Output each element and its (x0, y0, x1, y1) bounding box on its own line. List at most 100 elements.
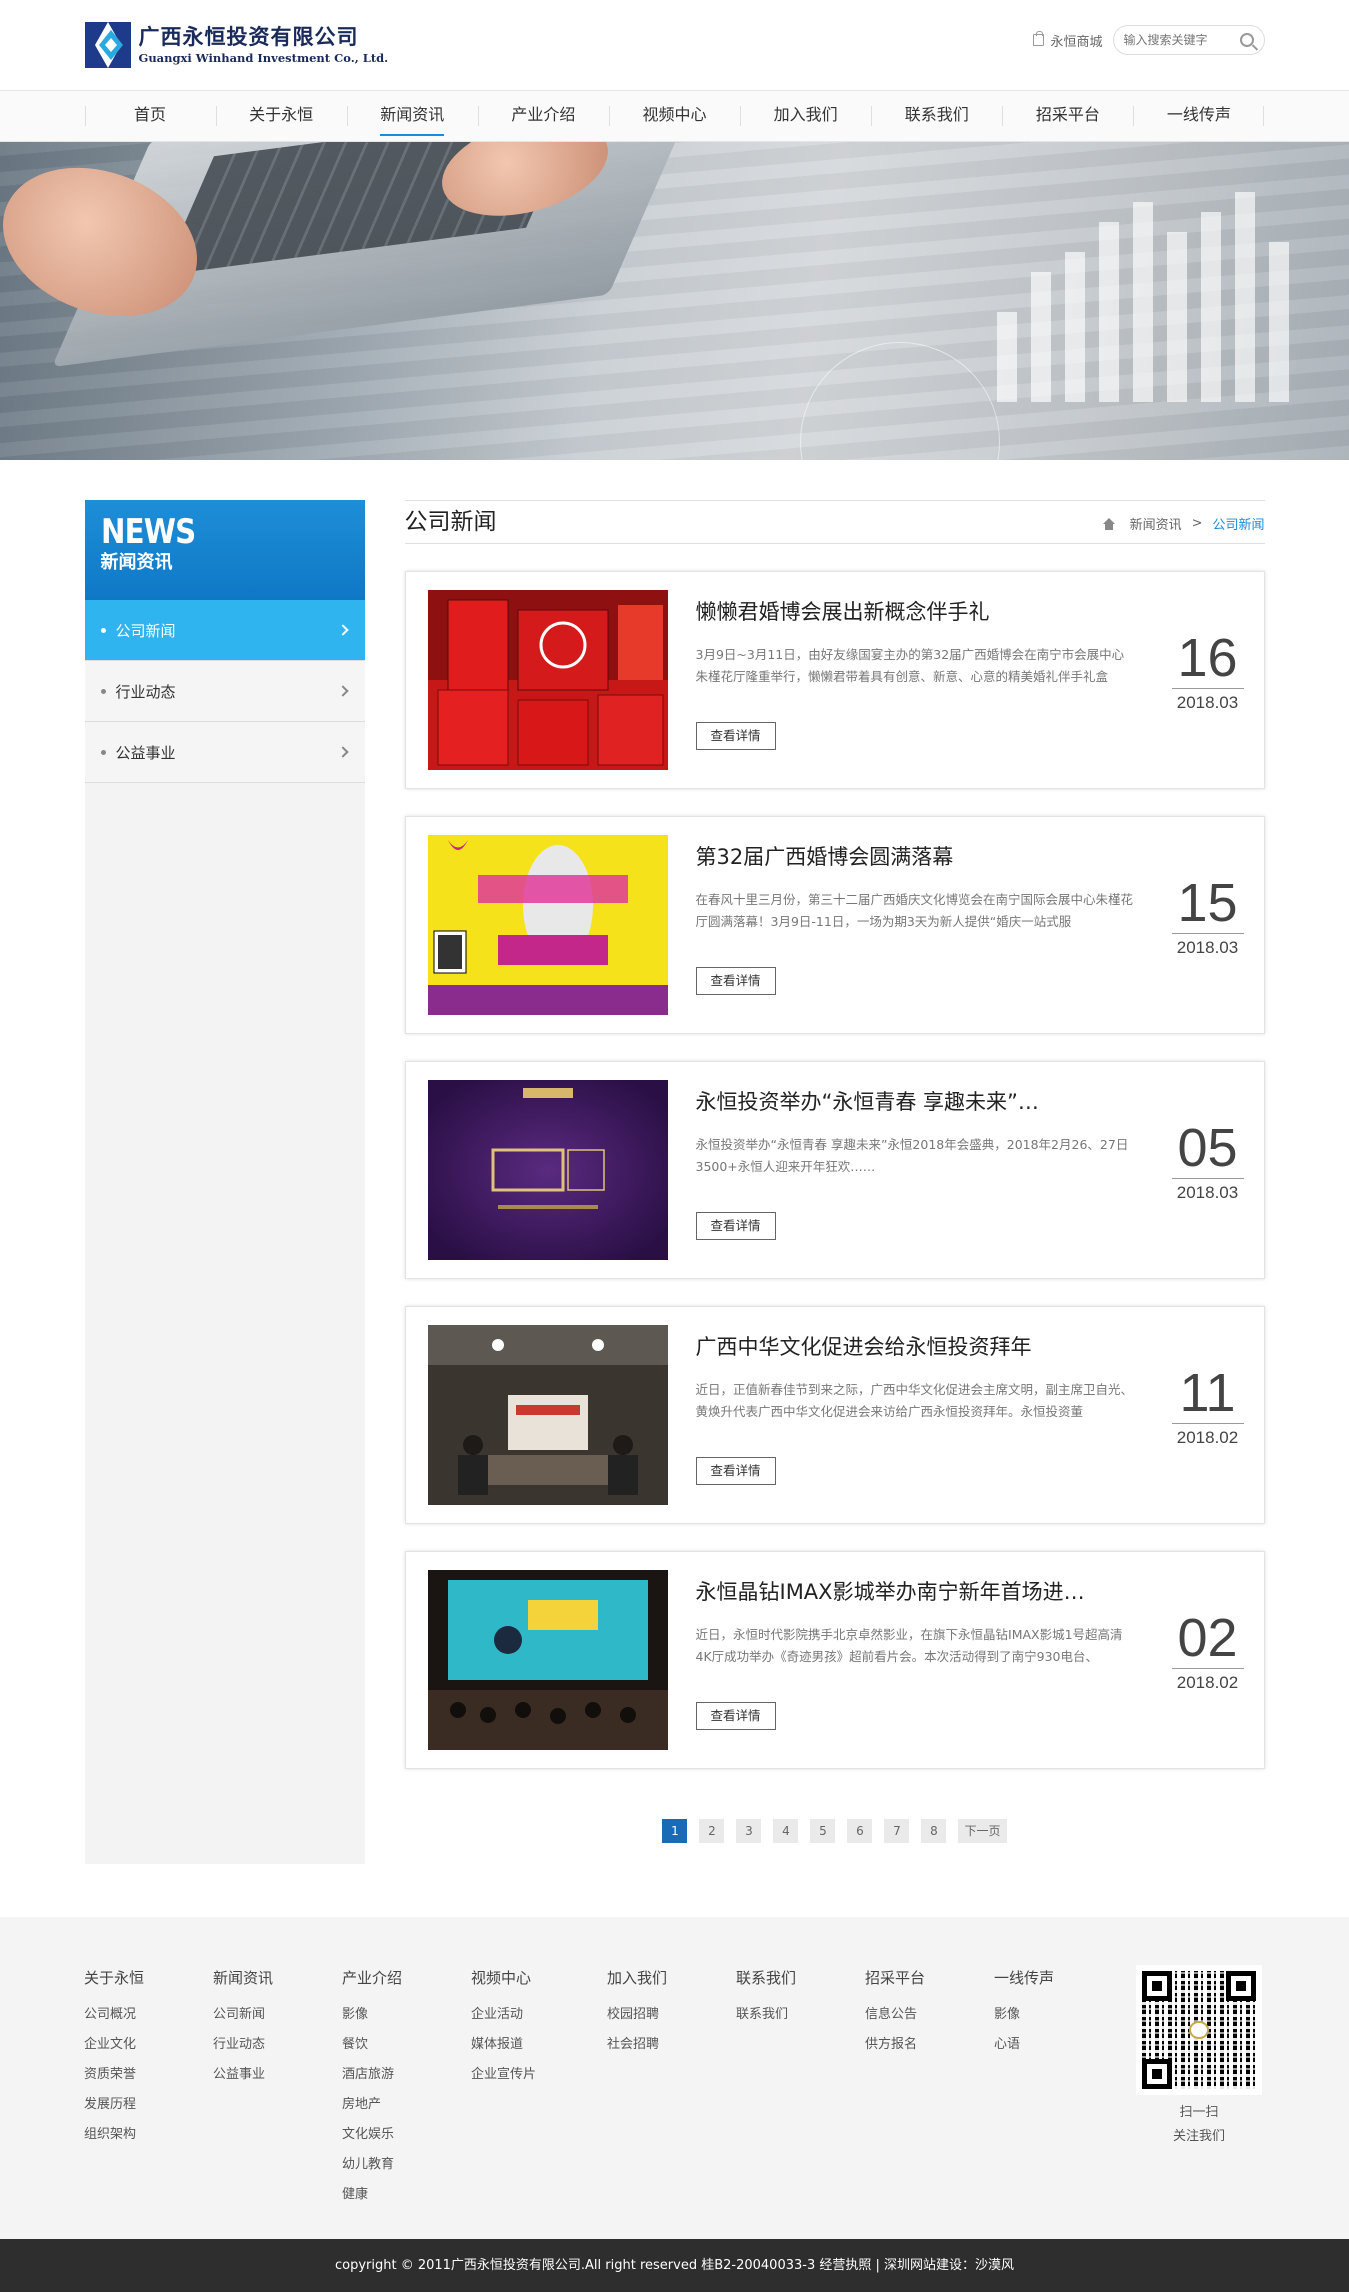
news-date: 11 2018.02 (1171, 1363, 1244, 1452)
footer-link[interactable]: 社会招聘 (607, 2030, 736, 2060)
news-summary: 近日，正值新春佳节到来之际，广西中华文化促进会主席文明，副主席卫自光、黄焕升代表… (695, 1382, 1134, 1419)
footer-col-title[interactable]: 视频中心 (471, 1967, 607, 1988)
sidebar-item-industry-news[interactable]: 行业动态 (84, 661, 365, 722)
footer-link[interactable]: 房地产 (342, 2090, 471, 2120)
news-item: 永恒投资举办“永恒青春 享趣未来”… 永恒投资举办“永恒青春 享趣未来”永恒20… (404, 1061, 1265, 1279)
news-summary: 永恒投资举办“永恒青春 享趣未来”永恒2018年会盛典，2018年2月26、27… (695, 1137, 1129, 1174)
site-header: 广西永恒投资有限公司 Guangxi Winhand Investment Co… (0, 0, 1349, 90)
footer-link[interactable]: 联系我们 (736, 2000, 865, 2030)
nav-item-join[interactable]: 加入我们 (740, 91, 871, 143)
news-year-month: 2018.02 (1176, 1673, 1239, 1692)
page-6[interactable]: 6 (847, 1819, 873, 1843)
footer-col-title[interactable]: 招采平台 (865, 1967, 994, 1988)
footer-link[interactable]: 幼儿教育 (342, 2150, 471, 2180)
news-thumbnail[interactable] (427, 1325, 668, 1505)
news-thumbnail[interactable] (427, 1080, 668, 1260)
bullet-icon (100, 627, 106, 633)
news-thumbnail[interactable] (427, 590, 668, 770)
footer-link[interactable]: 影像 (342, 2000, 471, 2030)
footer-link[interactable]: 行业动态 (213, 2030, 342, 2060)
hero-banner (0, 142, 1349, 460)
news-day: 02 (1171, 1608, 1244, 1669)
view-details-button[interactable]: 查看详情 (695, 722, 776, 750)
footer-link[interactable]: 公司新闻 (213, 2000, 342, 2030)
nav-item-video[interactable]: 视频中心 (608, 91, 740, 143)
news-thumbnail[interactable] (427, 1570, 668, 1750)
news-thumbnail[interactable] (427, 835, 668, 1015)
nav-item-procurement[interactable]: 招采平台 (1002, 91, 1133, 143)
page-8[interactable]: 8 (921, 1819, 947, 1843)
footer-link[interactable]: 心语 (994, 2030, 1094, 2060)
page-5[interactable]: 5 (810, 1819, 836, 1843)
view-details-button[interactable]: 查看详情 (695, 1212, 776, 1240)
footer-link[interactable]: 公司概况 (84, 2000, 213, 2030)
nav-item-industry[interactable]: 产业介绍 (477, 91, 609, 143)
footer-link[interactable]: 文化娱乐 (342, 2120, 471, 2150)
footer-col-title[interactable]: 联系我们 (736, 1967, 865, 1988)
nav-item-voice[interactable]: 一线传声 (1133, 91, 1265, 143)
search-input[interactable] (1123, 33, 1234, 47)
sidebar-title-en: NEWS (100, 512, 196, 552)
footer-link[interactable]: 信息公告 (865, 2000, 994, 2030)
footer-link[interactable]: 校园招聘 (607, 2000, 736, 2030)
footer-link[interactable]: 企业活动 (471, 2000, 607, 2030)
news-title[interactable]: 懒懒君婚博会展出新概念伴手礼 (696, 596, 1136, 626)
sidebar-item-label: 公司新闻 (115, 621, 176, 640)
main-content: 公司新闻 新闻资讯 > 公司新闻 懒懒君婚博会展出新概念伴手礼 3月9日~3月1… (404, 500, 1265, 1843)
page-3[interactable]: 3 (736, 1819, 762, 1843)
nav-item-contact[interactable]: 联系我们 (871, 91, 1002, 143)
news-summary: 3月9日~3月11日，由好友缘国宴主办的第32届广西婚博会在南宁市会展中心朱槿花… (695, 647, 1125, 684)
news-year-month: 2018.03 (1176, 693, 1239, 712)
news-item: 第32届广西婚博会圆满落幕 在春风十里三月份，第三十二届广西婚庆文化博览会在南宁… (404, 816, 1265, 1034)
nav-item-about[interactable]: 关于永恒 (215, 91, 347, 143)
footer-link[interactable]: 发展历程 (84, 2090, 213, 2120)
footer-col-title[interactable]: 关于永恒 (84, 1967, 213, 1988)
news-item: 广西中华文化促进会给永恒投资拜年 近日，正值新春佳节到来之际，广西中华文化促进会… (404, 1306, 1265, 1524)
mall-link[interactable]: 永恒商城 (1033, 31, 1103, 50)
news-day: 05 (1171, 1118, 1244, 1179)
footer-col-news: 新闻资讯 公司新闻 行业动态 公益事业 (213, 1967, 342, 2210)
breadcrumb-current[interactable]: 公司新闻 (1212, 514, 1264, 533)
footer-link[interactable]: 企业文化 (84, 2030, 213, 2060)
sidebar: NEWS 新闻资讯 公司新闻 行业动态 公益事业 (84, 500, 365, 1864)
view-details-button[interactable]: 查看详情 (695, 1457, 776, 1485)
footer-col-title[interactable]: 新闻资讯 (213, 1967, 342, 1988)
home-icon[interactable] (1102, 517, 1116, 530)
footer-col-title[interactable]: 一线传声 (994, 1967, 1094, 1988)
footer-link[interactable]: 影像 (994, 2000, 1094, 2030)
view-details-button[interactable]: 查看详情 (695, 967, 776, 995)
news-date: 16 2018.03 (1171, 628, 1244, 717)
footer-link[interactable]: 酒店旅游 (342, 2060, 471, 2090)
nav-item-news[interactable]: 新闻资讯 (346, 91, 478, 143)
footer-link[interactable]: 供方报名 (865, 2030, 994, 2060)
footer-col-title[interactable]: 加入我们 (607, 1967, 736, 1988)
sidebar-item-charity[interactable]: 公益事业 (84, 722, 365, 783)
footer-link[interactable]: 公益事业 (213, 2060, 342, 2090)
footer-link[interactable]: 媒体报道 (471, 2030, 607, 2060)
footer-link[interactable]: 资质荣誉 (84, 2060, 213, 2090)
page-1[interactable]: 1 (662, 1819, 688, 1843)
news-title[interactable]: 永恒晶钻IMAX影城举办南宁新年首场进… (696, 1576, 1136, 1606)
page-7[interactable]: 7 (884, 1819, 910, 1843)
nav-item-home[interactable]: 首页 (84, 91, 216, 143)
news-year-month: 2018.02 (1176, 1428, 1239, 1447)
news-title[interactable]: 永恒投资举办“永恒青春 享趣未来”… (696, 1086, 1136, 1116)
footer-link[interactable]: 企业宣传片 (471, 2060, 607, 2090)
page-4[interactable]: 4 (773, 1819, 799, 1843)
news-title[interactable]: 广西中华文化促进会给永恒投资拜年 (696, 1331, 1136, 1361)
news-year-month: 2018.03 (1176, 1183, 1239, 1202)
logo[interactable]: 广西永恒投资有限公司 Guangxi Winhand Investment Co… (84, 22, 388, 68)
page-2[interactable]: 2 (699, 1819, 725, 1843)
footer-link[interactable]: 组织架构 (84, 2120, 213, 2150)
news-title[interactable]: 第32届广西婚博会圆满落幕 (696, 841, 1136, 871)
next-page-button[interactable]: 下一页 (958, 1819, 1007, 1843)
view-details-button[interactable]: 查看详情 (695, 1702, 776, 1730)
footer-col-title[interactable]: 产业介绍 (342, 1967, 471, 1988)
sidebar-item-company-news[interactable]: 公司新闻 (84, 600, 365, 661)
footer-link[interactable]: 餐饮 (342, 2030, 471, 2060)
section-title-bar: 公司新闻 新闻资讯 > 公司新闻 (404, 500, 1265, 544)
footer-col-video: 视频中心 企业活动 媒体报道 企业宣传片 (471, 1967, 607, 2210)
search-icon[interactable] (1239, 33, 1254, 47)
breadcrumb-parent[interactable]: 新闻资讯 (1130, 514, 1182, 533)
footer-link[interactable]: 健康 (342, 2180, 471, 2210)
